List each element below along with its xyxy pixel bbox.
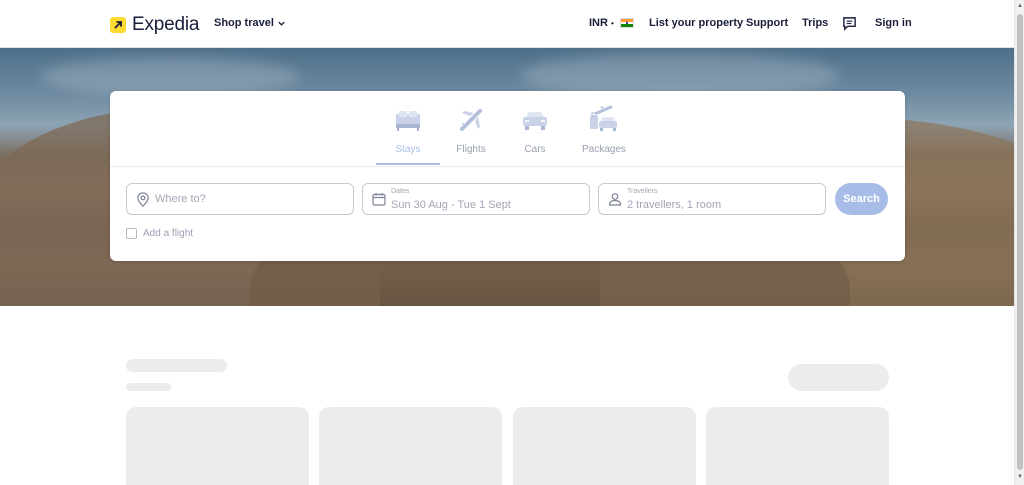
bed-icon (396, 111, 420, 131)
chat-icon[interactable] (842, 16, 857, 36)
search-button[interactable]: Search (835, 183, 888, 215)
shop-travel-menu[interactable]: Shop travel (214, 17, 286, 29)
page-scrollbar[interactable]: ▲ ▼ (1014, 0, 1024, 485)
destination-field[interactable]: Where to? (126, 183, 354, 215)
tab-label: Cars (524, 144, 546, 155)
add-flight-label: Add a flight (143, 228, 194, 239)
person-icon (608, 193, 622, 206)
skeleton-card (706, 407, 889, 485)
shop-travel-label: Shop travel (214, 17, 274, 29)
currency-label: INR (589, 17, 608, 29)
trips-link[interactable]: Trips (802, 17, 828, 29)
search-form-card: Stays Flights Cars Packages Where to? Da… (110, 91, 905, 261)
scrollbar-thumb[interactable] (1017, 14, 1023, 470)
checkbox-box (126, 228, 137, 239)
location-pin-icon (137, 192, 149, 207)
expedia-logo[interactable]: Expedia (110, 14, 199, 36)
scroll-down-icon[interactable]: ▼ (1017, 474, 1023, 480)
travellers-label: Travellers (627, 188, 658, 195)
lob-tabs: Stays Flights Cars Packages (110, 91, 905, 167)
skeleton-heading (126, 359, 227, 372)
destination-placeholder: Where to? (155, 193, 206, 205)
dates-label: Dates (391, 188, 410, 195)
travellers-field[interactable]: Travellers 2 travellers, 1 room (598, 183, 826, 215)
skeleton-card (319, 407, 502, 485)
skeleton-card (513, 407, 696, 485)
tab-label: Stays (395, 144, 421, 155)
sign-in-link[interactable]: Sign in (875, 17, 912, 29)
plane-icon (460, 109, 482, 131)
add-flight-checkbox[interactable]: Add a flight (126, 228, 193, 239)
currency-separator: • (610, 18, 614, 28)
chevron-down-icon (278, 21, 285, 26)
currency-selector[interactable]: INR • (589, 17, 634, 29)
expedia-arrow-icon (110, 17, 126, 33)
logo-text: Expedia (132, 14, 200, 35)
tab-label: Flights (456, 144, 486, 155)
india-flag-icon (619, 18, 634, 28)
tab-packages[interactable]: Packages (582, 105, 626, 155)
packages-icon (590, 105, 617, 131)
tab-stays[interactable]: Stays (376, 105, 440, 155)
dates-value: Sun 30 Aug - Tue 1 Sept (391, 199, 511, 211)
top-navigation-bar: Expedia Shop travel INR • List your prop… (0, 0, 1014, 48)
tab-flights[interactable]: Flights (452, 105, 490, 155)
car-icon (523, 112, 547, 130)
calendar-icon (372, 193, 386, 206)
list-your-property-link[interactable]: List your property (649, 17, 743, 29)
scroll-up-icon[interactable]: ▲ (1017, 3, 1023, 9)
skeleton-subheading (126, 383, 171, 391)
support-link[interactable]: Support (746, 17, 788, 29)
skeleton-button (788, 364, 889, 391)
tab-label: Packages (582, 144, 626, 155)
dates-field[interactable]: Dates Sun 30 Aug - Tue 1 Sept (362, 183, 590, 215)
tab-cars[interactable]: Cars (520, 105, 550, 155)
active-tab-indicator (376, 163, 440, 165)
travellers-value: 2 travellers, 1 room (627, 199, 722, 211)
skeleton-card (126, 407, 309, 485)
